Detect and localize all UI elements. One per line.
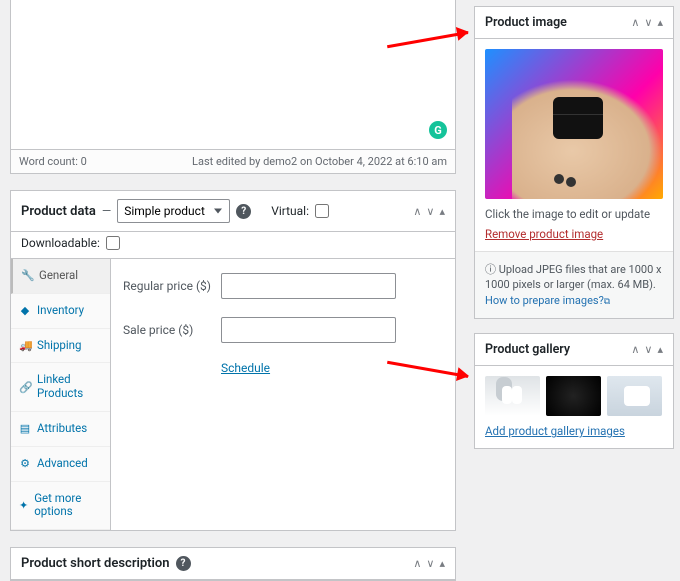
tab-general[interactable]: 🔧General [11,259,110,294]
regular-price-input[interactable] [221,273,396,299]
gallery-thumb[interactable] [546,376,601,416]
chevron-down-icon[interactable]: ∨ [644,16,652,29]
description-editor[interactable]: G [10,0,456,150]
chevron-down-icon[interactable]: ∨ [426,557,434,570]
schedule-link[interactable]: Schedule [221,361,270,375]
truck-icon: 🚚 [19,339,31,352]
product-image-box: Product image ∧ ∨ ▴ Click the image to e… [474,6,674,319]
collapse-icon[interactable]: ▴ [439,557,445,570]
gallery-thumb[interactable] [485,376,540,416]
product-image-thumbnail[interactable] [485,49,663,199]
virtual-label: Virtual: [271,204,309,218]
help-icon[interactable]: ? [236,204,251,219]
collapse-icon[interactable]: ▴ [657,16,663,29]
short-description-title: Product short description [21,556,170,571]
downloadable-label: Downloadable: [21,236,100,250]
product-gallery-box: Product gallery ∧ ∨ ▴ Add product galler… [474,333,674,449]
sale-price-input[interactable] [221,317,396,343]
help-icon[interactable]: ? [176,556,191,571]
tab-inventory[interactable]: ◆Inventory [11,294,110,329]
sale-price-label: Sale price ($) [123,323,211,337]
info-icon: ⓘ [485,263,496,276]
chevron-up-icon[interactable]: ∧ [413,205,421,218]
external-icon: ⧉ [604,297,610,307]
dash: — [102,204,111,218]
gallery-thumb[interactable] [607,376,662,416]
downloadable-checkbox[interactable] [106,236,120,250]
short-description-panel: Product short description ? ∧ ∨ ▴ [10,547,456,581]
tab-shipping[interactable]: 🚚Shipping [11,329,110,364]
product-gallery-title: Product gallery [485,342,570,357]
editor-status-bar: Word count: 0 Last edited by demo2 on Oc… [10,150,456,174]
collapse-icon[interactable]: ▴ [439,205,445,218]
add-gallery-images[interactable]: Add product gallery images [485,424,625,438]
regular-price-label: Regular price ($) [123,279,211,293]
tab-attributes[interactable]: ▤Attributes [11,412,110,447]
chevron-up-icon[interactable]: ∧ [631,16,639,29]
wrench-icon: 🔧 [21,269,33,282]
chevron-up-icon[interactable]: ∧ [413,557,421,570]
sparkle-icon: ✦ [19,499,28,512]
chevron-up-icon[interactable]: ∧ [631,343,639,356]
list-icon: ◆ [19,304,31,317]
remove-product-image[interactable]: Remove product image [485,227,603,241]
tab-advanced[interactable]: ⚙Advanced [11,447,110,482]
tab-get-more[interactable]: ✦Get more options [11,482,110,531]
word-count: Word count: 0 [19,155,87,168]
virtual-checkbox[interactable] [315,204,329,218]
image-hint: Click the image to edit or update [485,207,663,221]
chevron-down-icon[interactable]: ∨ [644,343,652,356]
product-type-select[interactable]: Simple product [117,199,230,223]
last-edited: Last edited by demo2 on October 4, 2022 … [192,155,447,168]
gear-icon: ⚙ [19,457,31,470]
tab-linked-products[interactable]: 🔗Linked Products [11,363,110,412]
chevron-down-icon[interactable]: ∨ [426,205,434,218]
product-data-title: Product data [21,204,96,219]
how-to-prepare-link[interactable]: How to prepare images?⧉ [485,294,610,307]
grammarly-icon[interactable]: G [429,121,447,139]
upload-note: ⓘ Upload JPEG files that are 1000 x 1000… [475,251,673,318]
link-icon: 🔗 [19,381,31,394]
product-image-title: Product image [485,15,567,30]
attributes-icon: ▤ [19,422,31,435]
collapse-icon[interactable]: ▴ [657,343,663,356]
product-data-tabs: 🔧General ◆Inventory 🚚Shipping 🔗Linked Pr… [11,259,111,530]
